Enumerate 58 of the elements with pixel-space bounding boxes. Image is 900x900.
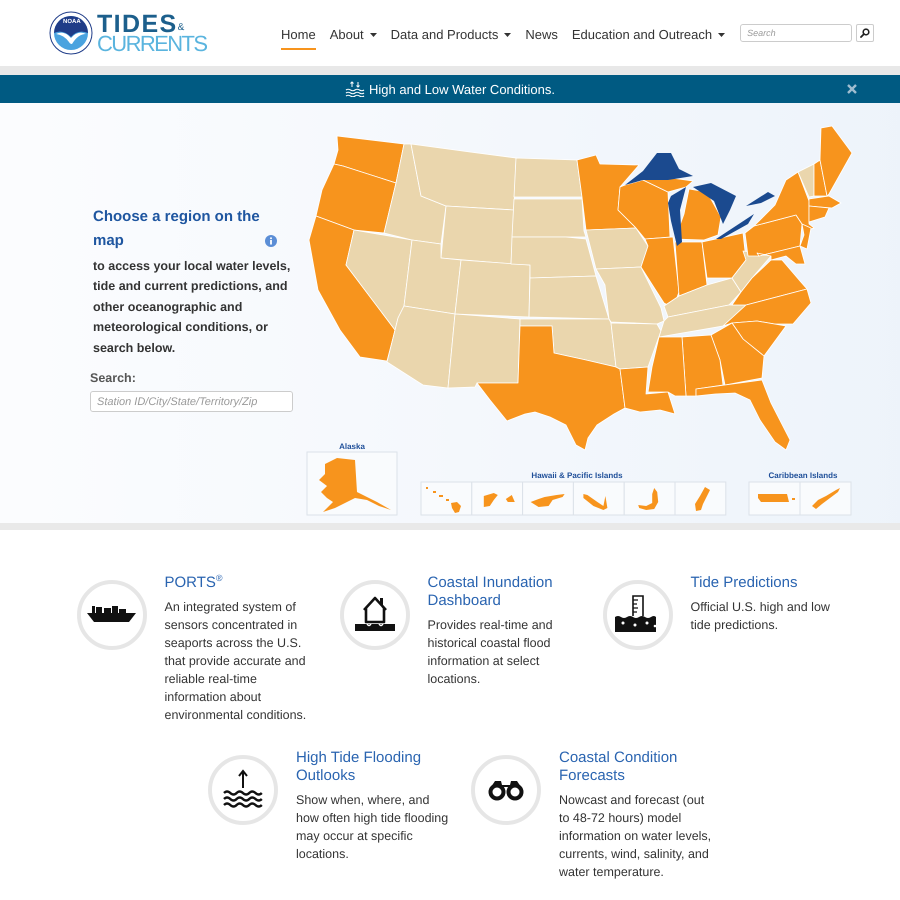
search-icon	[860, 28, 870, 38]
banner-text[interactable]: High and Low Water Conditions.	[369, 82, 555, 96]
ship-icon[interactable]	[76, 580, 146, 650]
state-region[interactable]	[674, 188, 722, 240]
inset-tile[interactable]	[420, 482, 472, 516]
state-region[interactable]	[754, 172, 814, 230]
search-field[interactable]: Search	[740, 24, 852, 42]
nav-link[interactable]: Home	[281, 20, 316, 50]
feature-description: Show when, where, and how often high tide flooding may occur at specific locations.	[296, 792, 450, 863]
feature-description: An integrated system of sensors concentrated in seaports across the U.S. that provide accurate and reliable real-time information about environmental conditions.	[164, 599, 308, 724]
inset-label: Alaska	[339, 442, 365, 451]
inset-tile[interactable]	[572, 482, 625, 516]
island-map-icon	[426, 487, 461, 513]
feature-description: Nowcast and forecast (out to 48-72 hours) model information on water levels, currents, wind, salinity, and water temperature.	[559, 792, 712, 881]
close-icon[interactable]	[847, 84, 857, 94]
logo-title[interactable]: TIDES	[97, 14, 178, 34]
inset-tile[interactable]	[624, 482, 676, 516]
inset-tile[interactable]	[471, 482, 524, 516]
feature-title-link[interactable]: Coastal Inundation Dashboard	[428, 574, 584, 610]
feature-title-link[interactable]: High Tide Flooding Outlooks	[296, 749, 452, 785]
alaska-map-icon	[319, 458, 391, 512]
search-label: Search:	[90, 371, 137, 386]
inset-label: Caribbean Islands	[768, 471, 838, 480]
inset-tile[interactable]	[800, 482, 852, 516]
island-map-icon	[484, 493, 515, 507]
feature-title-link[interactable]: Coastal Condition Forecasts	[559, 749, 715, 785]
island-map-icon	[758, 494, 795, 502]
island-map-icon	[812, 488, 840, 509]
lake-region	[668, 187, 686, 246]
emblem-icon	[48, 10, 94, 56]
island-map-icon	[638, 488, 658, 510]
feature-title-link[interactable]: PORTS$^{®}$	[164, 574, 320, 592]
island-map-icon	[695, 487, 710, 511]
water-level-icon	[345, 81, 366, 97]
nav-link[interactable]: Education and Outreach	[572, 20, 726, 50]
feature-description: Provides real-time and historical coastal flood information at select locations.	[428, 617, 554, 688]
intro-paragraph: to access your local water levels, tide and current predictions, and other oceanographic and meteorological conditions, or search below.	[93, 258, 292, 357]
caret-icon	[718, 32, 726, 36]
island-map-icon	[583, 494, 608, 510]
info-icon[interactable]	[265, 235, 277, 247]
nav-link[interactable]: News	[525, 20, 558, 50]
lake-region	[746, 192, 775, 206]
inset-label: Hawaii & Pacific Islands	[531, 471, 623, 480]
nav-link[interactable]: Data and Products	[390, 20, 512, 50]
feature-description: Official U.S. high and low tide predictions.	[690, 599, 831, 634]
binoculars-icon[interactable]	[471, 755, 541, 825]
nav-link[interactable]: About	[330, 20, 377, 50]
station-search-field[interactable]: Station ID/City/State/Territory/Zip	[90, 391, 293, 412]
island-map-icon	[530, 494, 565, 507]
house-icon[interactable]	[340, 580, 410, 650]
feature-title-link[interactable]: Tide Predictions	[690, 574, 846, 592]
inset-tile[interactable]	[674, 482, 726, 516]
tide-gauge-icon[interactable]	[602, 580, 672, 650]
caret-icon	[504, 32, 512, 36]
caret-icon	[370, 32, 377, 36]
region-heading: Choose a region on the map	[93, 207, 261, 251]
search-button[interactable]	[856, 24, 874, 42]
logo-ampersand: &	[178, 22, 184, 32]
